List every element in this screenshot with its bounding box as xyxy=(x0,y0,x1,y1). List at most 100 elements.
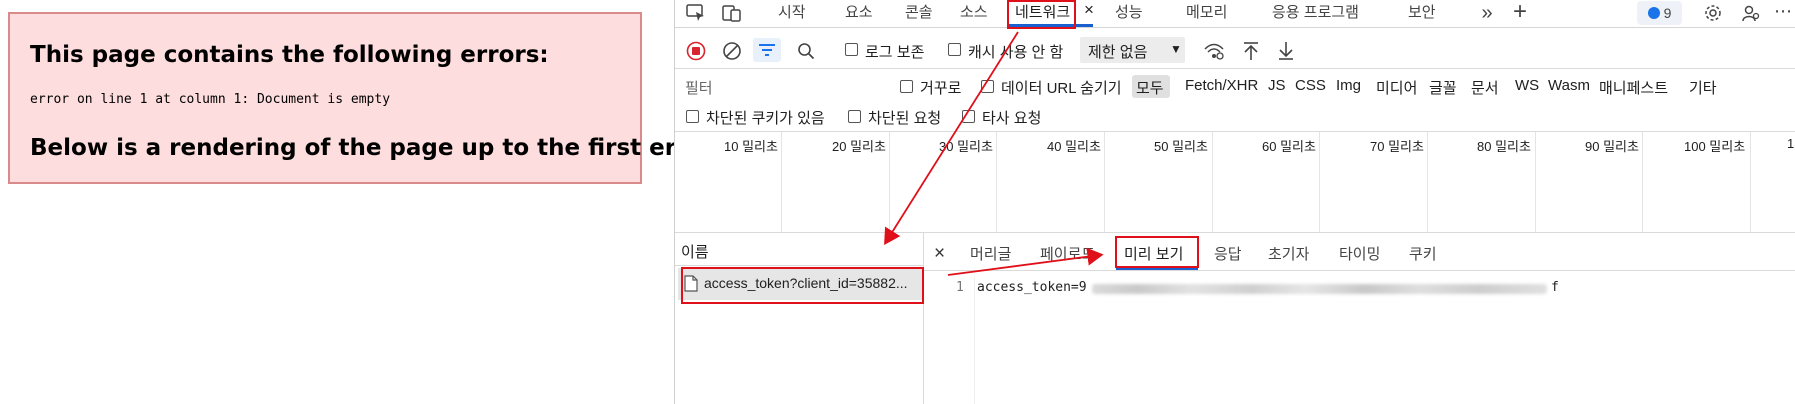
tab-cookies[interactable]: 쿠키 xyxy=(1409,243,1437,264)
blocked-requests-checkbox[interactable] xyxy=(848,110,861,123)
tab-network[interactable]: 네트워크 xyxy=(1015,1,1070,22)
filter-input[interactable]: 필터 xyxy=(679,74,879,98)
invert-label: 거꾸로 xyxy=(920,80,962,97)
type-filter-css[interactable]: CSS xyxy=(1295,77,1326,94)
type-filter-fetch-xhr[interactable]: Fetch/XHR xyxy=(1185,77,1258,94)
timeline-gridline xyxy=(996,132,997,232)
detail-tabs-divider xyxy=(924,270,1795,271)
device-emulation-icon[interactable] xyxy=(721,2,743,24)
filter-divider xyxy=(675,131,1795,132)
timeline-gridline xyxy=(1535,132,1536,232)
tab-security[interactable]: 보안 xyxy=(1408,1,1436,22)
preview-text-end: f xyxy=(1551,280,1559,295)
tab-console[interactable]: 콘솔 xyxy=(905,1,933,22)
timeline-tick: 10 밀리초 xyxy=(724,139,778,154)
type-filter-manifest[interactable]: 매니페스트 xyxy=(1599,77,1668,98)
redacted-token-blur xyxy=(1092,284,1547,296)
name-column-header[interactable]: 이름 xyxy=(681,241,709,262)
toolbar-divider xyxy=(675,68,1795,69)
close-tab-icon[interactable]: × xyxy=(1084,0,1094,20)
filter-toggle-icon[interactable] xyxy=(753,38,781,62)
error-message: error on line 1 at column 1: Document is… xyxy=(30,92,391,107)
disable-cache-label: 캐시 사용 안 함 xyxy=(968,44,1064,61)
timeline-gridline xyxy=(1319,132,1320,232)
import-har-icon[interactable] xyxy=(1240,40,1262,62)
tab-application[interactable]: 응용 프로그램 xyxy=(1272,1,1359,22)
tab-headers[interactable]: 머리글 xyxy=(970,243,1011,264)
tab-preview[interactable]: 미리 보기 xyxy=(1124,243,1183,264)
active-tab-underline xyxy=(1009,24,1093,27)
error-footer: Below is a rendering of the page up to t… xyxy=(30,135,721,161)
more-tabs-icon[interactable]: » xyxy=(1477,2,1497,24)
timeline-tick: 30 밀리초 xyxy=(939,139,993,154)
issues-badge[interactable]: 9 xyxy=(1637,1,1682,25)
third-party-checkbox[interactable] xyxy=(962,110,975,123)
more-options-icon[interactable]: ⋯ xyxy=(1773,0,1793,22)
tab-payload[interactable]: 페이로드 xyxy=(1040,243,1095,264)
network-conditions-icon[interactable] xyxy=(1203,40,1225,62)
type-filter-other[interactable]: 기타 xyxy=(1689,77,1717,98)
record-stop-icon[interactable] xyxy=(685,40,707,62)
blocked-cookies-checkbox[interactable] xyxy=(686,110,699,123)
timeline-gridline xyxy=(1642,132,1643,232)
search-icon[interactable] xyxy=(795,40,817,62)
tab-sources[interactable]: 소스 xyxy=(960,1,988,22)
preview-text-start[interactable]: access_token=9 xyxy=(977,280,1087,295)
tab-performance[interactable]: 성능 xyxy=(1115,1,1143,22)
chevron-down-icon: ▼ xyxy=(1170,42,1182,56)
xml-error-box: This page contains the following errors:… xyxy=(8,12,720,184)
request-row[interactable]: access_token?client_id=35882... xyxy=(678,268,922,300)
tab-elements[interactable]: 요소 xyxy=(845,1,873,22)
settings-gear-icon[interactable] xyxy=(1701,1,1725,25)
request-name: access_token?client_id=35882... xyxy=(704,275,908,291)
timeline-gridline xyxy=(1212,132,1213,232)
disable-cache-checkbox[interactable] xyxy=(948,43,961,56)
type-filter-js[interactable]: JS xyxy=(1268,77,1286,94)
hide-data-urls-checkbox[interactable] xyxy=(981,80,994,93)
invert-checkbox[interactable] xyxy=(900,80,913,93)
devtools-panel: 시작 요소 콘솔 소스 네트워크 × 성능 메모리 응용 프로그램 보안 » +… xyxy=(674,0,1795,404)
timeline-tick: 100 밀리초 xyxy=(1684,139,1746,154)
tab-timing[interactable]: 타이밍 xyxy=(1339,243,1380,264)
timeline-tick: 70 밀리초 xyxy=(1370,139,1424,154)
tab-initiator[interactable]: 초기자 xyxy=(1268,243,1309,264)
type-filter-font[interactable]: 글꼴 xyxy=(1429,77,1457,98)
timeline-gridline xyxy=(1427,132,1428,232)
timeline-tick: 90 밀리초 xyxy=(1585,139,1639,154)
add-tab-icon[interactable]: + xyxy=(1509,0,1531,25)
type-filter-ws[interactable]: WS xyxy=(1515,77,1539,94)
document-icon xyxy=(684,275,698,296)
customize-people-icon[interactable] xyxy=(1739,1,1763,25)
error-title: This page contains the following errors: xyxy=(30,42,549,68)
tab-memory[interactable]: 메모리 xyxy=(1186,1,1227,22)
throttle-select[interactable]: 제한 없음 ▼ xyxy=(1080,37,1185,63)
close-detail-icon[interactable]: × xyxy=(934,243,945,265)
tab-welcome[interactable]: 시작 xyxy=(778,1,806,22)
gutter-divider xyxy=(974,277,975,404)
type-filter-img[interactable]: Img xyxy=(1336,77,1361,94)
export-har-icon[interactable] xyxy=(1275,40,1297,62)
type-filter-media[interactable]: 미디어 xyxy=(1376,77,1417,98)
tab-response[interactable]: 응답 xyxy=(1214,243,1242,264)
timeline-gridline xyxy=(1104,132,1105,232)
timeline-gridline xyxy=(1750,132,1751,232)
requests-list: 이름 access_token?client_id=35882... xyxy=(675,233,923,404)
request-detail-pane: × 머리글 페이로드 미리 보기 응답 초기자 타이밍 쿠키 1 access_… xyxy=(924,233,1795,404)
line-number: 1 xyxy=(956,280,964,295)
preserve-log-checkbox[interactable] xyxy=(845,43,858,56)
devtools-tab-bar: 시작 요소 콘솔 소스 네트워크 × 성능 메모리 응용 프로그램 보안 » +… xyxy=(675,0,1795,28)
type-filter-all[interactable]: 모두 xyxy=(1132,75,1170,98)
type-filter-doc[interactable]: 문서 xyxy=(1471,77,1499,98)
blocked-requests-label: 차단된 요청 xyxy=(868,110,942,127)
requests-header-divider xyxy=(675,265,923,266)
type-filter-wasm[interactable]: Wasm xyxy=(1548,77,1590,94)
clear-log-icon[interactable] xyxy=(721,40,743,62)
hide-data-urls-label: 데이터 URL 숨기기 xyxy=(1001,80,1122,97)
inspect-element-icon[interactable] xyxy=(685,2,707,24)
throttle-value: 제한 없음 xyxy=(1088,44,1148,61)
blocked-cookies-label: 차단된 쿠키가 있음 xyxy=(706,110,825,127)
timeline-tick: 20 밀리초 xyxy=(832,139,886,154)
timeline-gridline xyxy=(781,132,782,232)
issues-icon xyxy=(1647,7,1660,19)
timeline-tick: 50 밀리초 xyxy=(1154,139,1208,154)
